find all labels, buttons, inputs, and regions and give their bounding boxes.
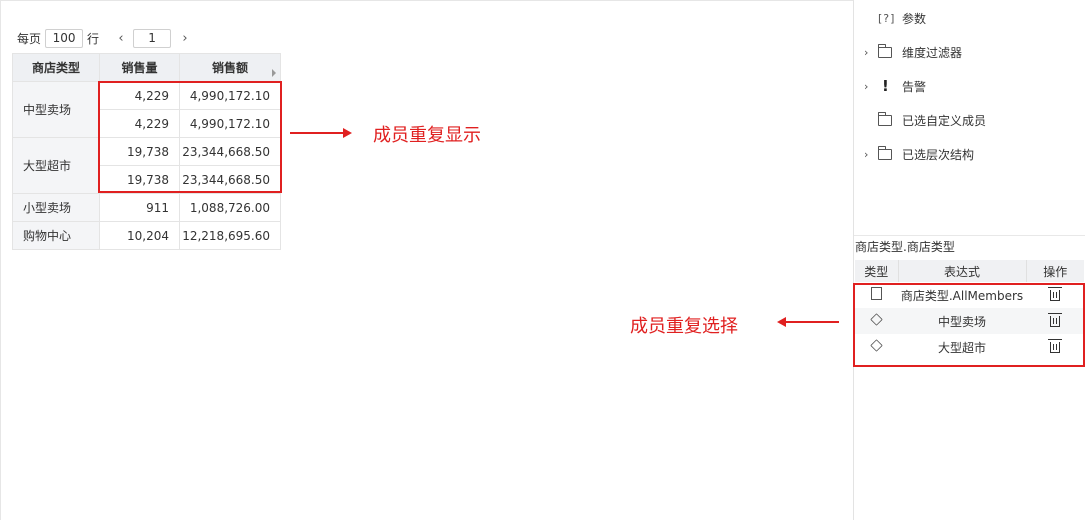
pager: 每页 100 行 ‹ 1 › <box>17 28 191 48</box>
header-expression: 表达式 <box>898 260 1027 282</box>
dim-cell: 中型卖场 <box>12 81 100 138</box>
table-row: 购物中心 10,204 12,218,695.60 <box>12 221 281 250</box>
tree-item-hierarchy[interactable]: › 已选层次结构 <box>864 144 974 164</box>
chevron-right-icon[interactable]: › <box>864 46 878 59</box>
exclamation-icon: ! <box>882 77 889 95</box>
page-number-input[interactable]: 1 <box>133 28 172 48</box>
header-sales-qty[interactable]: 销售量 <box>99 53 180 82</box>
panel-divider <box>854 235 1085 236</box>
rows-per-page-input[interactable]: 100 <box>45 28 84 48</box>
chevron-right-icon[interactable]: › <box>864 80 878 93</box>
folder-icon <box>878 111 902 126</box>
dim-cell: 大型超市 <box>12 137 100 194</box>
amount-cell: 1,088,726.00 <box>179 193 281 222</box>
folder-icon <box>878 145 902 160</box>
bracket-question-icon: [?] <box>878 11 896 25</box>
dim-cell: 小型卖场 <box>12 193 100 222</box>
table-row: 小型卖场 911 1,088,726.00 <box>12 193 281 222</box>
chevron-right-icon[interactable]: › <box>864 148 878 161</box>
tree-item-label: 维度过滤器 <box>902 45 963 60</box>
pager-suffix: 行 <box>87 31 100 46</box>
duplicate-display-highlight <box>98 81 282 193</box>
tree-item-label: 已选层次结构 <box>902 147 975 162</box>
header-sales-amount[interactable]: 销售额 <box>179 53 281 82</box>
prev-page-button[interactable]: ‹ <box>115 31 127 46</box>
annotation-arrow-right <box>290 132 344 134</box>
arrow-head-icon <box>343 128 352 138</box>
member-panel-title: 商店类型.商店类型 <box>855 240 955 254</box>
header-actions: 操作 <box>1026 260 1084 282</box>
qty-cell: 911 <box>99 193 180 222</box>
duplicate-select-label: 成员重复选择 <box>630 316 738 337</box>
tree-item-label: 参数 <box>902 11 927 26</box>
tree-item-alert[interactable]: › ! 告警 <box>864 76 926 96</box>
qty-cell: 10,204 <box>99 221 180 250</box>
tree-item-label: 已选自定义成员 <box>902 113 987 128</box>
tree-item-parameters[interactable]: [?] 参数 <box>864 8 926 28</box>
expr-header-row: 类型 表达式 操作 <box>855 260 1084 282</box>
header-sales-amount-label: 销售额 <box>211 61 248 75</box>
tree-item-custom-members[interactable]: 已选自定义成员 <box>864 110 986 130</box>
tree-item-label: 告警 <box>902 79 927 94</box>
table-header-row: 商店类型 销售量 销售额 <box>12 53 281 82</box>
duplicate-select-highlight <box>853 283 1085 367</box>
tree-item-dimension-filter[interactable]: › 维度过滤器 <box>864 42 962 62</box>
header-store-type[interactable]: 商店类型 <box>12 53 100 82</box>
dim-cell: 购物中心 <box>12 221 100 250</box>
next-page-button[interactable]: › <box>179 31 191 46</box>
folder-icon <box>878 43 902 58</box>
header-type: 类型 <box>855 260 899 282</box>
annotation-arrow-left <box>785 321 839 323</box>
amount-cell: 12,218,695.60 <box>179 221 281 250</box>
expand-arrow-icon[interactable] <box>272 69 276 77</box>
pager-prefix: 每页 <box>17 31 42 46</box>
duplicate-display-label: 成员重复显示 <box>373 125 481 146</box>
